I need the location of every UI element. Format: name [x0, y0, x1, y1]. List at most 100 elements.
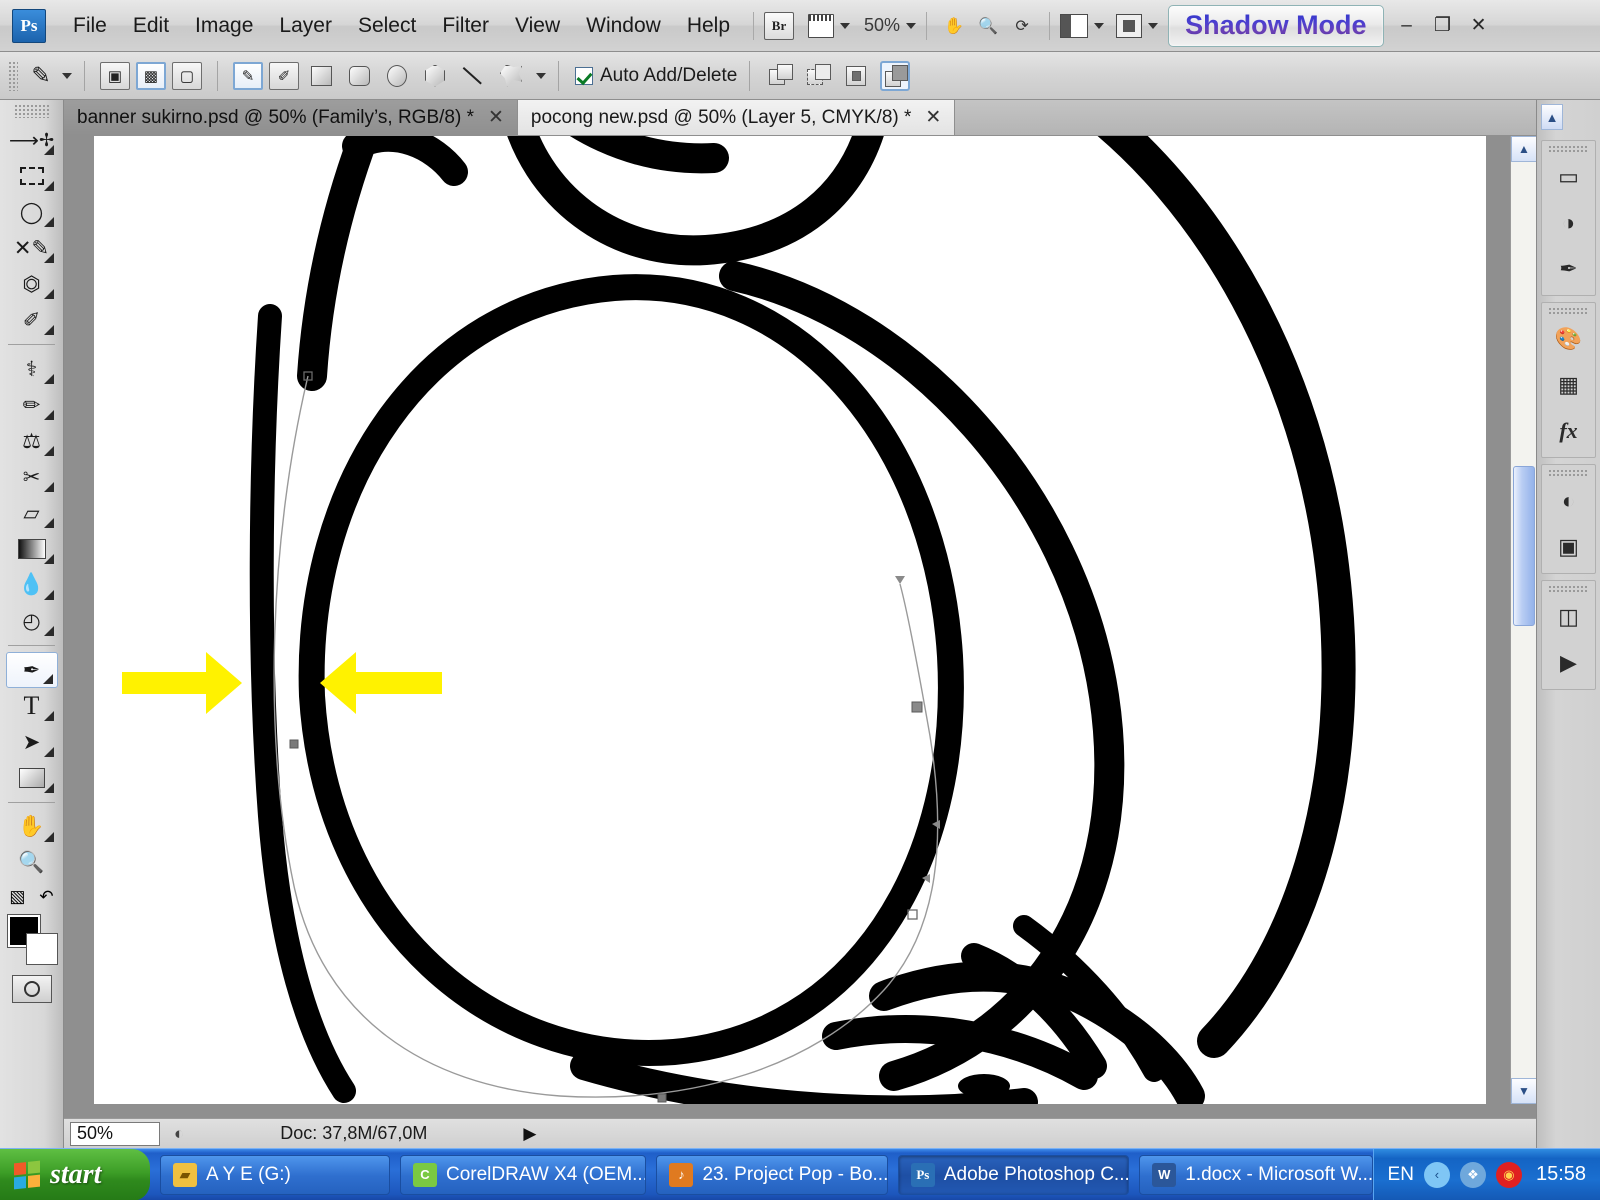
tool-pen[interactable]: ✒ [5, 652, 58, 688]
panel-group-grip[interactable] [1548, 469, 1589, 477]
color-panel-icon[interactable]: 🎨 [1545, 317, 1593, 361]
menu-edit[interactable]: Edit [120, 10, 182, 42]
paths-panel-icon[interactable]: ✒ [1545, 247, 1593, 291]
restore-button[interactable]: ❐ [1432, 14, 1454, 37]
zoom-input[interactable]: 50% [70, 1121, 160, 1146]
rotate-view-icon[interactable]: ⟳ [1005, 11, 1039, 41]
adjustments-panel-icon[interactable]: ◐ [1545, 479, 1593, 523]
canvas-vertical-scrollbar[interactable]: ▲ ▼ [1510, 136, 1537, 1104]
exclude-overlapping-path-areas-button[interactable] [880, 60, 911, 91]
tool-path-selection[interactable]: ➤ [6, 724, 58, 760]
menu-filter[interactable]: Filter [429, 10, 502, 42]
menu-help[interactable]: Help [674, 10, 743, 42]
show-hidden-icons-button[interactable]: ‹ [1423, 1161, 1450, 1188]
menu-layer[interactable]: Layer [266, 10, 345, 42]
tab-pocong-new[interactable]: pocong new.psd @ 50% (Layer 5, CMYK/8) *… [517, 100, 956, 135]
tool-dodge[interactable]: ◴ [6, 603, 58, 639]
zoom-tool-icon[interactable]: 🔍 [971, 11, 1005, 41]
tool-lasso[interactable]: ◯ [6, 194, 58, 230]
swatches-panel-icon[interactable]: ▦ [1545, 363, 1593, 407]
taskbar-item-word[interactable]: W 1.docx - Microsoft W... [1139, 1154, 1373, 1195]
preview-options-icon[interactable]: ◐ [174, 1124, 184, 1144]
language-indicator[interactable]: EN [1388, 1164, 1414, 1186]
tool-horizontal-type[interactable]: T [6, 688, 58, 724]
ellipse-tool-button[interactable] [382, 62, 412, 90]
tool-preset-chevron-down-icon[interactable] [62, 72, 72, 79]
tool-clone-stamp[interactable]: ⚖ [6, 423, 58, 459]
view-extras-button[interactable] [1116, 13, 1159, 38]
layers-panel-icon[interactable]: ▭ [1545, 155, 1593, 199]
tool-hand[interactable]: ✋ [6, 809, 58, 845]
taskbar-item-aye-g[interactable]: ▰ A Y E (G:) [160, 1154, 390, 1195]
minimize-button[interactable]: – [1396, 15, 1418, 37]
panel-group-grip[interactable] [1548, 307, 1589, 315]
tool-gradient[interactable] [6, 531, 58, 567]
tool-quick-selection[interactable]: ✕✎ [6, 230, 58, 266]
scroll-down-button[interactable]: ▼ [1511, 1078, 1537, 1104]
zoom-chevron-down-icon[interactable] [906, 22, 917, 29]
shadow-mode-button[interactable]: Shadow Mode [1168, 4, 1384, 47]
default-colors-icon[interactable]: ▧ [9, 887, 25, 907]
menu-window[interactable]: Window [573, 10, 674, 42]
tool-spot-healing-brush[interactable]: ⚕ [6, 351, 58, 387]
tool-crop[interactable]: ⏣ [6, 266, 58, 302]
toolbox-grip[interactable] [14, 104, 49, 118]
auto-add-delete-checkbox-wrapper[interactable]: Auto Add/Delete [575, 65, 737, 87]
freeform-pen-tool-button[interactable]: ✐ [269, 61, 299, 90]
menu-select[interactable]: Select [345, 10, 429, 42]
panel-group-grip[interactable] [1548, 145, 1589, 153]
auto-add-delete-checkbox[interactable] [575, 66, 593, 85]
taskbar-item-photoshop[interactable]: Ps Adobe Photoshop C... [897, 1154, 1130, 1195]
scroll-up-button[interactable]: ▲ [1511, 136, 1537, 162]
tool-rectangular-marquee[interactable] [6, 158, 58, 194]
tool-eraser[interactable]: ▱ [6, 495, 58, 531]
paths-button[interactable]: ▩ [136, 61, 166, 90]
swap-colors-icon[interactable]: ↶ [39, 887, 53, 907]
pen-tool-button[interactable]: ✎ [233, 61, 263, 90]
history-panel-icon[interactable]: ◫ [1545, 595, 1593, 639]
menu-file[interactable]: File [60, 10, 120, 42]
channels-panel-icon[interactable]: ◑ [1545, 201, 1593, 245]
subtract-from-path-area-button[interactable] [804, 61, 834, 91]
fill-pixels-button[interactable]: ▢ [172, 61, 202, 90]
bridge-icon[interactable]: Br [764, 11, 795, 40]
antivirus-icon[interactable]: ◉ [1495, 1161, 1522, 1188]
rounded-rectangle-tool-button[interactable] [344, 62, 374, 90]
tab-close-icon[interactable]: ✕ [488, 106, 504, 129]
close-button[interactable]: ✕ [1468, 14, 1490, 37]
tab-banner-sukirno[interactable]: banner sukirno.psd @ 50% (Family’s, RGB/… [64, 100, 518, 135]
line-tool-button[interactable] [458, 62, 488, 90]
tool-move[interactable]: ⟶ ✢ [6, 122, 58, 158]
menu-view[interactable]: View [502, 10, 573, 42]
intersect-path-areas-button[interactable] [842, 61, 872, 91]
taskbar-item-coreldraw[interactable]: C CorelDRAW X4 (OEM... [400, 1154, 647, 1195]
custom-shape-tool-button[interactable] [496, 62, 526, 90]
hand-tool-icon[interactable]: ✋ [937, 11, 971, 41]
current-tool-preset-icon[interactable]: ✎ [26, 60, 56, 92]
screen-mode-button[interactable] [1060, 13, 1105, 38]
tab-close-icon[interactable]: ✕ [925, 106, 941, 129]
network-icon[interactable]: ❖ [1459, 1161, 1486, 1188]
panel-group-grip[interactable] [1548, 585, 1589, 593]
tool-zoom[interactable]: 🔍 [6, 845, 58, 881]
image-canvas[interactable] [94, 136, 1486, 1104]
masks-panel-icon[interactable]: ▣ [1545, 525, 1593, 569]
styles-panel-icon[interactable]: fx [1545, 409, 1593, 453]
photoshop-logo-icon[interactable]: Ps [12, 8, 46, 43]
start-button[interactable]: start [0, 1148, 150, 1200]
expand-panels-button[interactable]: ▲ [1541, 104, 1563, 130]
vertical-scrollbar-thumb[interactable] [1513, 466, 1535, 626]
taskbar-item-project-pop[interactable]: ♪ 23. Project Pop - Bo... [656, 1154, 888, 1195]
tool-blur[interactable]: 💧 [6, 567, 58, 603]
quick-mask-mode-button[interactable] [11, 975, 52, 1003]
actions-panel-icon[interactable]: ▶ [1545, 641, 1593, 685]
background-color-swatch[interactable] [25, 933, 58, 965]
options-bar-grip[interactable] [8, 60, 18, 91]
tool-rectangle-shape[interactable] [6, 760, 58, 796]
polygon-tool-button[interactable] [420, 62, 450, 90]
add-to-path-area-button[interactable] [766, 61, 796, 91]
rectangle-tool-button[interactable] [306, 62, 336, 90]
arrange-documents-button[interactable] [808, 13, 851, 38]
status-menu-arrow-icon[interactable]: ▶ [523, 1124, 536, 1144]
tool-brush[interactable]: ✏ [6, 387, 58, 423]
